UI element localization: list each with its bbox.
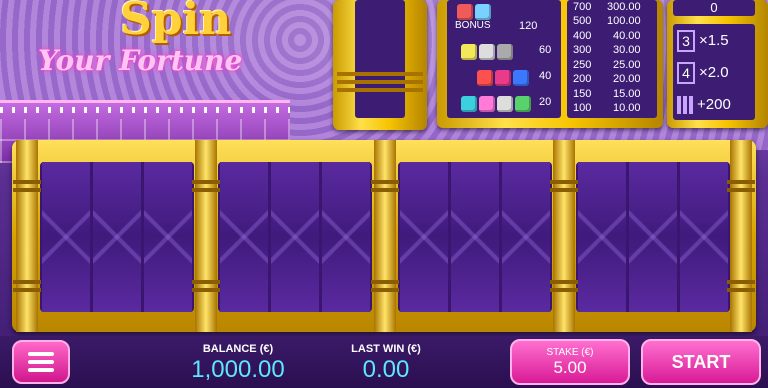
reel-group-2	[218, 162, 372, 312]
prize-row: 500 100.00	[573, 15, 641, 27]
reel-cell	[578, 162, 626, 312]
dice-row-value: 40	[539, 70, 552, 82]
logo-spin-text: Spin	[120, 0, 232, 45]
balance-value: 1,000.00	[191, 356, 285, 383]
grid-bonus-text: +200	[697, 96, 731, 113]
dice-row: 20	[447, 96, 561, 112]
bonus-label: BONUS	[455, 20, 491, 31]
tube-ring	[337, 80, 423, 84]
reel-cell	[451, 162, 499, 312]
dice-row: 40	[447, 70, 561, 86]
tube-ring	[337, 88, 423, 92]
bonus-tube-frame	[333, 0, 427, 130]
dice-paytable: BONUS 120 60 40 20	[447, 0, 561, 118]
counter-display: 0	[673, 0, 755, 16]
last-win-label: LAST WIN (€)	[351, 343, 421, 355]
reel-cell	[93, 162, 141, 312]
frame-pillar	[727, 140, 755, 332]
reel-cell	[144, 162, 192, 312]
reel-cell	[680, 162, 728, 312]
menu-button[interactable]	[12, 340, 70, 384]
reel-group-3	[398, 162, 552, 312]
dice-row: 60	[447, 44, 561, 60]
light-bulbs	[0, 107, 290, 113]
prize-row: 100 10.00	[573, 102, 641, 114]
dice-row: BONUS 120	[447, 4, 561, 34]
frame-pillar	[371, 140, 399, 332]
frame-pillar	[192, 140, 220, 332]
reel-cell	[220, 162, 268, 312]
stake-label: STAKE (€)	[546, 347, 594, 358]
reel-frame	[12, 140, 756, 332]
tube-ring	[337, 72, 423, 76]
stake-value: 5.00	[553, 358, 587, 377]
reel-group-1	[40, 162, 194, 312]
prize-row: 200 20.00	[573, 73, 641, 85]
multiplier-frame: 0 3 ×1.5 4 ×2.0 +200	[667, 0, 768, 128]
multiplier-3-text: ×1.5	[699, 31, 729, 49]
balance-label: BALANCE (€)	[202, 343, 274, 355]
reel-cell	[502, 162, 550, 312]
grid-icon	[677, 96, 695, 115]
logo-fortune-text: Your Fortune	[38, 44, 243, 77]
reel-group-4	[576, 162, 730, 312]
dice-row-value: 120	[519, 20, 538, 32]
last-win-value: 0.00	[362, 356, 410, 383]
dice-row-value: 20	[539, 96, 552, 108]
stake-button[interactable]: STAKE (€) 5.00	[510, 339, 630, 385]
multiplier-4-box: 4	[677, 62, 695, 84]
bonus-tube-panel	[355, 0, 405, 118]
start-button[interactable]: START	[641, 339, 761, 385]
multiplier-4: 4 ×2.0	[677, 62, 755, 86]
frame-pillar	[550, 140, 578, 332]
multiplier-4-text: ×2.0	[699, 63, 729, 81]
reel-cell	[42, 162, 90, 312]
game-logo: Spin Your Fortune	[28, 0, 248, 100]
multiplier-3: 3 ×1.5	[677, 30, 755, 54]
reel-cell	[400, 162, 448, 312]
paytable-frame: BONUS 120 60 40 20 700 300.00 500 100.00 4…	[437, 0, 663, 128]
multiplier-3-box: 3	[677, 30, 695, 52]
reel-cell	[271, 162, 319, 312]
grid-bonus: +200	[677, 96, 755, 120]
frame-pillar	[13, 140, 41, 332]
prize-paytable: 700 300.00 500 100.00 400 40.00 300 30.00 25…	[567, 0, 657, 118]
hamburger-icon	[28, 352, 54, 356]
prize-row: 300 30.00	[573, 44, 641, 56]
dice-row-value: 60	[539, 44, 552, 56]
reel-cell	[629, 162, 677, 312]
reel-cell	[322, 162, 370, 312]
